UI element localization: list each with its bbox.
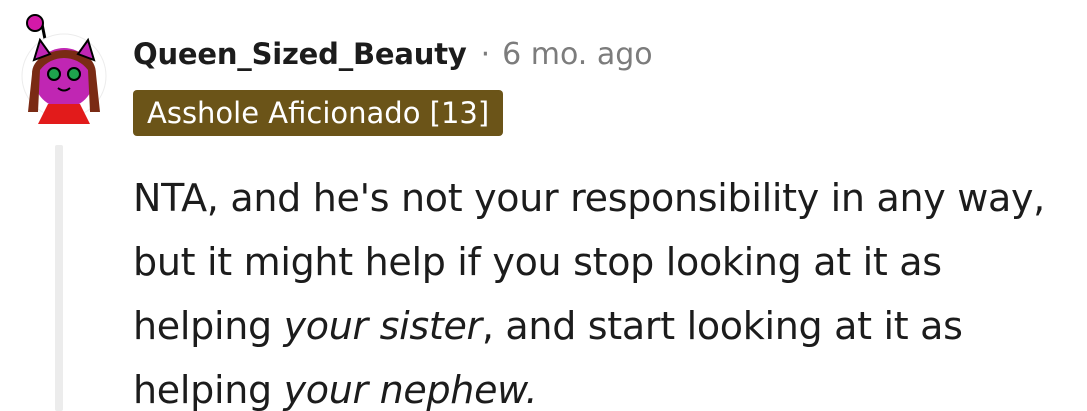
username-link[interactable]: Queen_Sized_Beauty [133, 37, 467, 71]
thread-collapse-line[interactable] [55, 145, 63, 411]
body-text: helping [133, 368, 284, 411]
body-line-4: helping your nephew. [133, 358, 1083, 411]
body-emphasis: your nephew. [283, 368, 538, 411]
body-line-1: NTA, and he's not your responsibility in… [133, 176, 1045, 220]
comment-body: NTA, and he's not your responsibility in… [133, 166, 1083, 411]
comment: Queen_Sized_Beauty · 6 mo. ago Asshole A… [0, 0, 1087, 411]
body-text: helping [133, 304, 284, 348]
comment-timestamp[interactable]: 6 mo. ago [502, 37, 653, 72]
body-line-2: but it might help if you stop looking at… [133, 240, 942, 284]
comment-header: Queen_Sized_Beauty · 6 mo. ago [133, 32, 653, 76]
snoo-avatar-icon [21, 14, 107, 124]
body-line-3: helping your sister, and start looking a… [133, 294, 1083, 358]
user-flair-badge: Asshole Aficionado [13] [133, 90, 504, 136]
body-emphasis: your sister [283, 304, 483, 348]
meta-separator: · [480, 36, 491, 72]
user-avatar[interactable] [18, 14, 110, 124]
body-text: , and start looking at it as [481, 304, 963, 348]
